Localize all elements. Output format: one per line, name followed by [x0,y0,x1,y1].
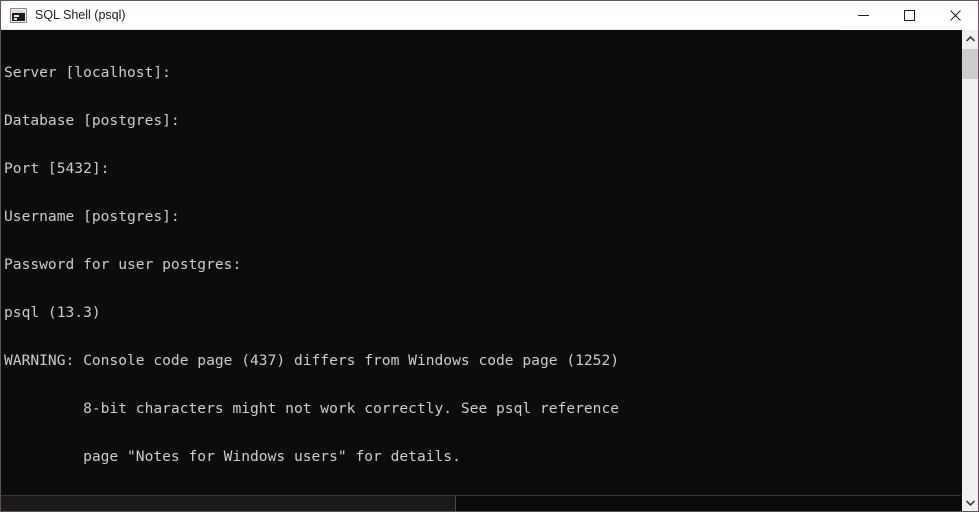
psql-window: SQL Shell (psql) Server [localhost]: Dat… [0,0,979,512]
vertical-scrollbar[interactable] [961,30,978,511]
line-database: Database [postgres]: [4,112,180,129]
chevron-down-icon [965,499,975,506]
scroll-up-button[interactable] [962,30,978,47]
console-icon [10,7,27,23]
terminal-column: Server [localhost]: Database [postgres]:… [1,30,961,511]
close-icon [949,9,961,21]
line-port: Port [5432]: [4,160,110,177]
close-button[interactable] [932,0,978,30]
chevron-up-icon [965,35,975,42]
line-password: Password for user postgres: [4,256,242,273]
terminal-output[interactable]: Server [localhost]: Database [postgres]:… [1,30,961,495]
vertical-scrollbar-thumb[interactable] [962,49,978,79]
line-server: Server [localhost]: [4,64,171,81]
title-bar-left: SQL Shell (psql) [1,7,840,23]
line-version: psql (13.3) [4,304,101,321]
window-controls [840,0,978,30]
maximize-icon [903,9,915,21]
console-icon-prompt-line1 [14,14,19,17]
console-icon-prompt-line2 [14,17,17,20]
line-warning-2: 8-bit characters might not work correctl… [4,400,620,417]
minimize-button[interactable] [840,0,886,30]
scroll-down-button[interactable] [962,494,978,511]
window-title: SQL Shell (psql) [35,8,126,22]
title-bar[interactable]: SQL Shell (psql) [1,0,978,30]
line-username: Username [postgres]: [4,208,180,225]
minimize-icon [857,14,869,16]
horizontal-scrollbar-thumb[interactable] [1,496,456,511]
window-body: Server [localhost]: Database [postgres]:… [1,30,978,511]
line-warning-3: page "Notes for Windows users" for detai… [4,448,461,465]
line-warning-1: WARNING: Console code page (437) differs… [4,352,620,369]
horizontal-scrollbar[interactable] [1,495,961,511]
vertical-scrollbar-track[interactable] [962,47,978,494]
maximize-button[interactable] [886,0,932,30]
